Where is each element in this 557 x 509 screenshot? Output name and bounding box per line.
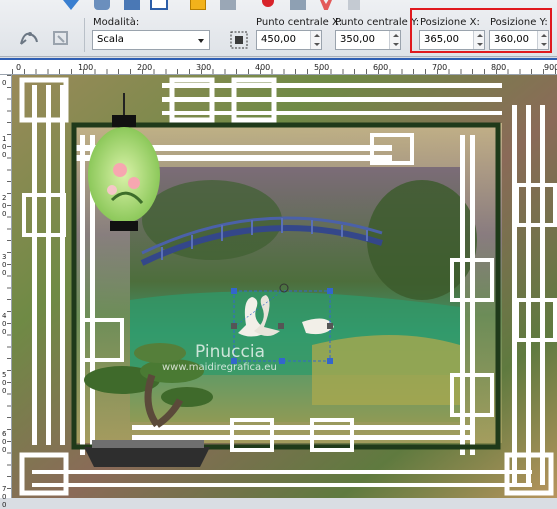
center-y-value: 350,00 [340, 34, 375, 45]
center-y-field[interactable]: 350,00 [335, 30, 401, 50]
ruler-label: 400 [255, 63, 271, 72]
ruler-label: 6 0 0 [2, 430, 7, 454]
record-icon[interactable] [262, 0, 274, 7]
ruler-label: 500 [314, 63, 330, 72]
image-canvas[interactable]: Pinuccia www.maidiregrafica.eu [12, 75, 557, 498]
separator [84, 18, 85, 52]
window-icon[interactable] [150, 0, 168, 10]
options-toolbar: Modalità: Scala Punto centrale X: 450,00… [0, 0, 557, 57]
merge-icon[interactable] [290, 0, 306, 10]
mode-value: Scala [97, 34, 124, 45]
ruler-label: 200 [137, 63, 153, 72]
ruler-label: 3 0 0 [2, 253, 7, 277]
center-x-spinner[interactable] [310, 31, 321, 49]
watermark-name: Pinuccia [195, 342, 265, 362]
artwork: Pinuccia www.maidiregrafica.eu [12, 75, 557, 498]
ruler-label: 600 [373, 63, 389, 72]
watermark-site: www.maidiregrafica.eu [162, 362, 277, 373]
center-y-spinner[interactable] [389, 31, 400, 49]
meadow [312, 335, 460, 405]
ruler-label: 5 0 0 [2, 371, 7, 395]
play-icon[interactable] [63, 0, 79, 10]
pick-center-icon[interactable] [229, 30, 249, 50]
vertical-ruler: 0 1 0 0 2 0 0 3 0 0 4 0 0 5 0 0 6 0 0 7 … [0, 75, 12, 509]
ruler-label: 700 [432, 63, 448, 72]
center-x-field[interactable]: 450,00 [256, 30, 322, 50]
ruler-label: 100 [78, 63, 94, 72]
ruler-label: 2 0 0 [2, 194, 7, 218]
ruler-label: 0 [2, 79, 7, 87]
horizontal-ruler: 0 100 200 300 400 500 600 700 800 900 [0, 58, 557, 75]
mode-label: Modalità: [93, 17, 140, 28]
ruler-ticks [12, 69, 557, 74]
ruler-label: 0 [16, 63, 22, 72]
mesh-warp-icon[interactable] [18, 28, 40, 48]
chevron-down-icon [198, 39, 204, 43]
mode-select[interactable]: Scala [92, 30, 210, 50]
ruler-label: 4 0 0 [2, 312, 7, 336]
ruler-label: 300 [196, 63, 212, 72]
folder-icon[interactable] [190, 0, 206, 10]
edit-icon[interactable] [124, 0, 140, 10]
center-y-label: Punto centrale Y: [335, 17, 420, 28]
ruler-label: 800 [491, 63, 507, 72]
center-x-value: 450,00 [261, 34, 296, 45]
ruler-label: 7 0 0 [2, 485, 7, 509]
center-x-label: Punto centrale X: [256, 17, 343, 28]
transform-icon[interactable] [50, 28, 72, 48]
layers-icon[interactable] [94, 0, 110, 10]
ruler-label: 900 [544, 63, 557, 72]
ruler-label: 1 0 0 [2, 135, 7, 159]
delete-icon[interactable] [320, 0, 332, 10]
position-highlight-box [410, 8, 552, 53]
clear-icon[interactable] [348, 0, 360, 10]
stack-icon[interactable] [220, 0, 236, 10]
